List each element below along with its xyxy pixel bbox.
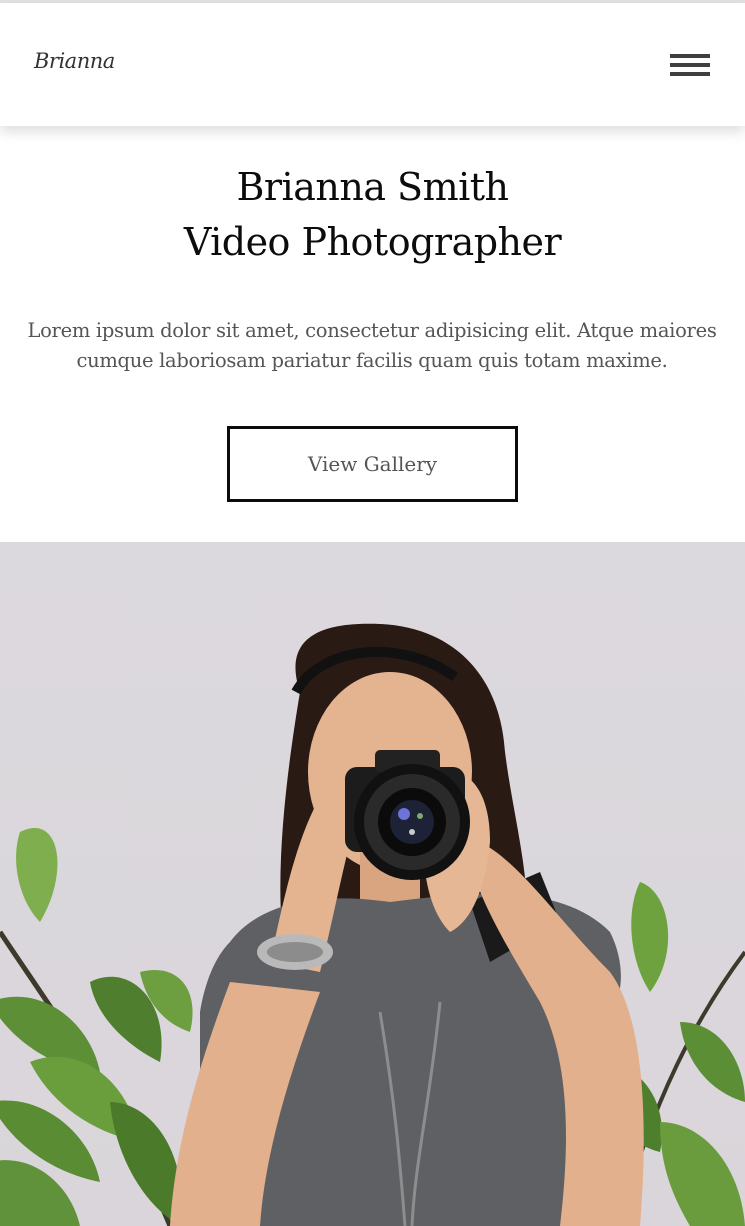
photographer-figure — [170, 623, 644, 1226]
menu-bar — [670, 54, 710, 58]
view-gallery-button[interactable]: View Gallery — [227, 426, 518, 502]
photographer-illustration — [0, 623, 745, 1226]
menu-bar — [670, 63, 710, 67]
navbar: Brianna — [0, 3, 745, 126]
hero-role: Video Photographer — [183, 220, 562, 264]
menu-bar — [670, 72, 710, 76]
brand-logo[interactable]: Brianna — [34, 49, 115, 73]
hamburger-menu-icon[interactable] — [670, 54, 710, 78]
left-plant — [0, 828, 193, 1226]
hero-photo — [0, 542, 745, 1226]
hero-name: Brianna Smith — [236, 165, 509, 209]
hero-description: Lorem ipsum dolor sit amet, consectetur … — [27, 319, 717, 372]
page-title: Brianna Smith Video Photographer — [0, 160, 745, 270]
